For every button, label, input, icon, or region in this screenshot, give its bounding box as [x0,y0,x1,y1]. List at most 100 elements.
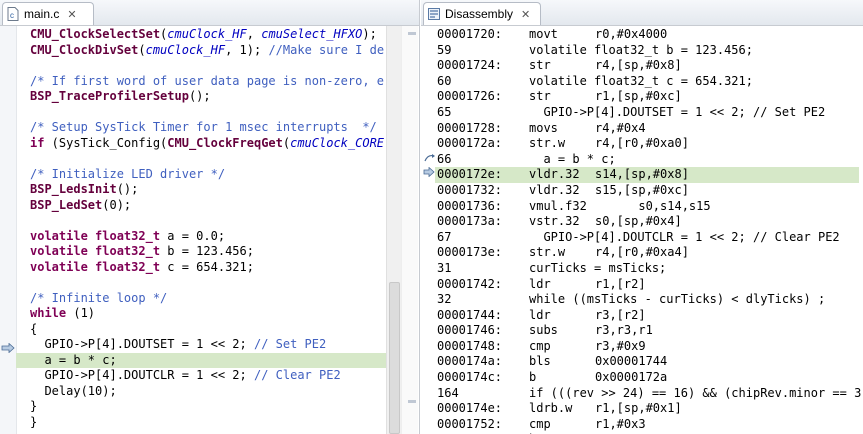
editor-scrollbar[interactable] [386,26,401,434]
instruction-row[interactable]: 0000174c: b 0x0000172a [437,370,863,386]
instruction-mnemonic: movt [529,27,558,41]
source-line-number: 31 [437,260,452,275]
instruction-row[interactable]: 00001744: ldr r3,[r2] [437,308,863,324]
code-token: BSP_LedsInit [30,182,117,196]
instruction-row[interactable]: 00001746: subs r3,r3,r1 [437,323,863,339]
code-line[interactable]: } [30,415,397,431]
source-line-row[interactable]: 66 a = b * c; [437,152,863,168]
current-instruction-row[interactable]: 0000172e: vldr.32 s14,[sp,#0x8] [435,167,859,183]
code-line[interactable]: volatile float32_t a = 0.0; [30,229,397,245]
code-line[interactable]: /* Infinite loop */ [30,291,397,307]
overview-mark [408,400,416,403]
source-line-row[interactable]: 31 curTicks = msTicks; [437,261,863,277]
code-line[interactable]: } [30,399,397,415]
instruction-mnemonic: str [529,89,551,104]
tab-label: main.c [24,7,60,21]
instruction-row[interactable]: 00001736: vmul.f32 s0,s14,s15 [437,199,863,215]
code-line[interactable]: BSP_LedsInit(); [30,182,397,198]
source-line-row[interactable]: 67 GPIO->P[4].DOUTCLR = 1 << 2; // Clear… [437,230,863,246]
instruction-row[interactable]: 00001748: cmp r3,#0x9 [437,339,863,355]
code-token: ); [362,27,377,41]
source-line-number: 67 [437,229,452,244]
code-line[interactable]: while (1) [30,306,397,322]
code-line[interactable]: /* If first word of user data page is no… [30,74,397,90]
code-token: volatile float32_t [30,244,161,258]
code-line[interactable]: volatile float32_t c = 654.321; [30,260,397,276]
close-icon[interactable]: ✕ [521,8,530,21]
instruction-mnemonic: str.w [529,136,566,151]
code-editor[interactable]: CMU_ClockSelectSet(cmuClock_HF, cmuSelec… [16,27,397,434]
code-line[interactable]: GPIO->P[4].DOUTSET = 1 << 2; // Set PE2 [30,337,397,353]
source-line-row[interactable]: 32 while ((msTicks - curTicks) < dlyTicks… [437,292,863,308]
disassembly-gutter[interactable] [421,26,435,434]
disassembly-view[interactable]: 00001720: movt r0,#0x4000 59 volatile float3… [435,27,863,434]
instruction-row[interactable]: 0000174a: bls 0x00001744 [437,354,863,370]
code-line[interactable] [30,151,397,167]
source-line-text: volatile float32_t c = 654.321; [529,73,753,88]
disassembly-icon [428,7,440,21]
code-line[interactable]: BSP_LedSet(0); [30,198,397,214]
source-line-text: curTicks = msTicks; [529,260,667,275]
overview-ruler[interactable] [401,26,418,434]
source-line-row[interactable]: 164 if (((rev >> 24) == 16) && (chipRev.m… [437,386,863,402]
instruction-operands: r3,[r2] [595,307,646,322]
code-token: if [30,135,45,150]
code-line[interactable]: BSP_TraceProfilerSetup(); [30,89,397,105]
code-token: (); [188,89,211,103]
source-line-text: volatile float32_t b = 123.456; [529,42,753,57]
instruction-operands: r1,#0x3 [595,416,646,431]
instruction-address: 0000173a: [437,214,503,229]
code-token: cmuClock_HF [145,42,226,57]
code-token: c = 654.321; [160,259,254,274]
source-line-number: 60 [437,73,452,88]
instruction-mnemonic: cmp [529,416,551,431]
code-token: // Clear PE2 [253,368,341,382]
code-line[interactable] [30,275,397,291]
instruction-mnemonic: b [529,370,537,385]
code-line[interactable]: /* Setup SysTick Timer for 1 msec interr… [30,120,397,136]
code-token: , 1); [225,42,269,57]
code-line[interactable] [30,58,397,74]
instruction-row[interactable]: 0000173e: str.w r4,[r0,#0xa4] [437,245,863,261]
instruction-address: 00001726: [437,89,503,104]
code-token: /* Infinite loop */ [30,290,168,305]
instruction-address: 00001752: [437,416,503,431]
source-line-row[interactable]: 60 volatile float32_t c = 654.321; [437,74,863,90]
instruction-row[interactable]: 0000174e: ldrb.w r1,[sp,#0x1] [437,401,863,417]
instruction-row[interactable]: 00001742: ldr r1,[r2] [437,277,863,293]
instruction-row[interactable]: 00001732: vldr.32 s15,[sp,#0xc] [437,183,863,199]
tab-main-c[interactable]: c main.c ✕ [2,2,94,25]
code-line[interactable]: CMU_ClockDivSet(cmuClock_HF, 1); //Make … [30,43,397,59]
source-line-number: 164 [437,385,459,400]
tab-disassembly[interactable]: Disassembly ✕ [423,2,541,25]
instruction-mnemonic: str [529,58,551,73]
code-line[interactable] [30,105,397,121]
source-line-row[interactable]: 59 volatile float32_t b = 123.456; [437,43,863,59]
instruction-row[interactable]: 00001726: str r1,[sp,#0xc] [437,89,863,105]
instruction-row[interactable]: 00001720: movt r0,#0x4000 [437,27,863,43]
close-icon[interactable]: ✕ [67,8,76,21]
instruction-address: 0000172a: [437,136,503,151]
instruction-row[interactable]: 00001752: cmp r1,#0x3 [437,417,863,433]
code-line[interactable] [30,213,397,229]
current-code-line[interactable]: a = b * c; [16,352,397,368]
code-line[interactable]: Delay(10); [30,384,397,400]
instruction-address: 0000172e: [437,167,503,182]
instruction-row[interactable]: 0000172a: str.w r4,[r0,#0xa0] [437,136,863,152]
instruction-row[interactable]: 0000173a: vstr.32 s0,[sp,#0x4] [437,214,863,230]
instruction-mnemonic: ldrb.w [529,401,573,416]
source-line-number: 32 [437,292,452,307]
code-line[interactable]: if (SysTick_Config(CMU_ClockFreqGet(cmuC… [30,136,397,152]
instruction-row[interactable]: 00001724: str r4,[sp,#0x8] [437,58,863,74]
source-line-row[interactable]: 65 GPIO->P[4].DOUTSET = 1 << 2; // Set P… [437,105,863,121]
instruction-row[interactable]: 00001728: movs r4,#0x4 [437,121,863,137]
editor-scroll-thumb[interactable] [389,282,400,434]
source-line-text: a = b * c; [529,151,616,166]
code-line[interactable]: volatile float32_t b = 123.456; [30,244,397,260]
code-line[interactable]: { [30,322,397,338]
code-line[interactable]: CMU_ClockSelectSet(cmuClock_HF, cmuSelec… [30,27,397,43]
editor-gutter[interactable] [0,26,17,434]
code-token: (0); [102,197,132,212]
code-line[interactable]: GPIO->P[4].DOUTCLR = 1 << 2; // Clear PE… [30,368,397,384]
code-line[interactable]: /* Initialize LED driver */ [30,167,397,183]
